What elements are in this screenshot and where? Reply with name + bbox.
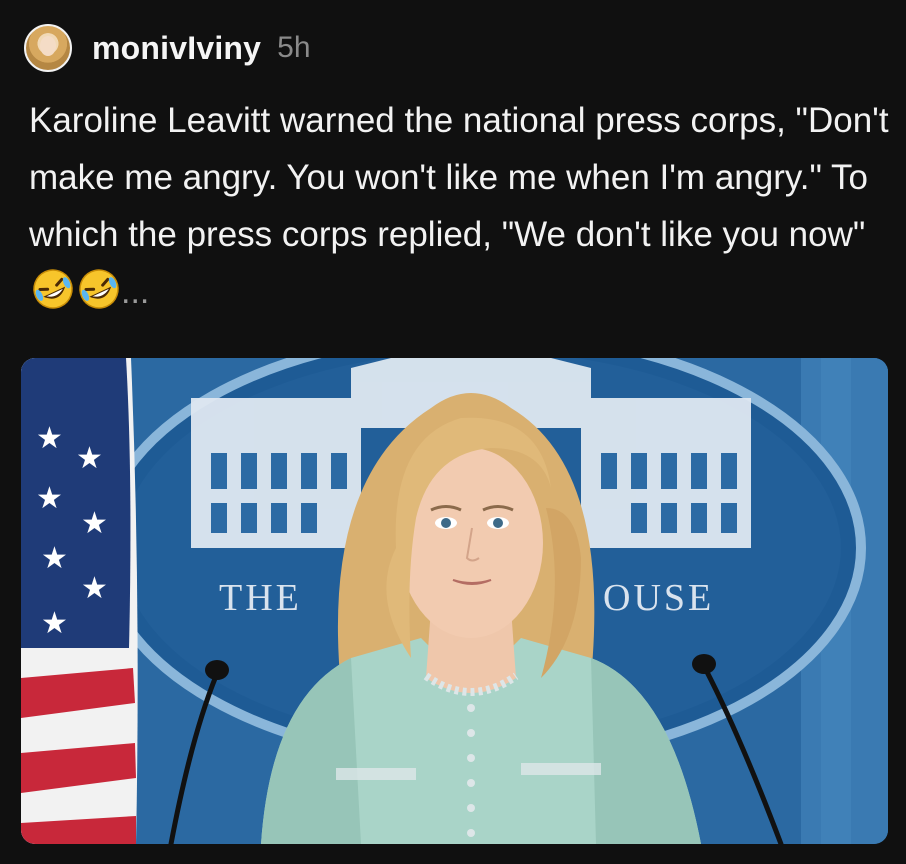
rofl-emoji-icon [79, 269, 119, 309]
svg-text:★: ★ [41, 541, 68, 576]
profile-avatar[interactable] [24, 24, 72, 72]
svg-text:★: ★ [36, 481, 63, 516]
post-image[interactable]: THE OUSE ★ ★ ★ ★ ★ ★ ★ [21, 358, 888, 844]
svg-text:★: ★ [81, 571, 108, 606]
press-briefing-photo: THE OUSE ★ ★ ★ ★ ★ ★ ★ [21, 358, 888, 844]
more-text-ellipsis[interactable]: ... [121, 273, 149, 311]
post-text: Karoline Leavitt warned the national pre… [29, 92, 889, 321]
post-timestamp: 5h [277, 31, 311, 64]
username-link[interactable]: monivIviny [92, 30, 261, 67]
svg-text:★: ★ [81, 506, 108, 541]
seal-text-left: THE [219, 577, 302, 619]
svg-text:★: ★ [36, 421, 63, 456]
rofl-emoji-icon [33, 269, 73, 309]
post-body-text: Karoline Leavitt warned the national pre… [29, 101, 899, 254]
seal-text-right: OUSE [603, 577, 714, 619]
us-flag: ★ ★ ★ ★ ★ ★ ★ [21, 358, 138, 844]
svg-text:★: ★ [76, 441, 103, 476]
post-header: monivIviny 5h [24, 22, 311, 74]
svg-text:★: ★ [41, 606, 68, 641]
thread-post: monivIviny 5h Karoline Leavitt warned th… [0, 0, 906, 864]
